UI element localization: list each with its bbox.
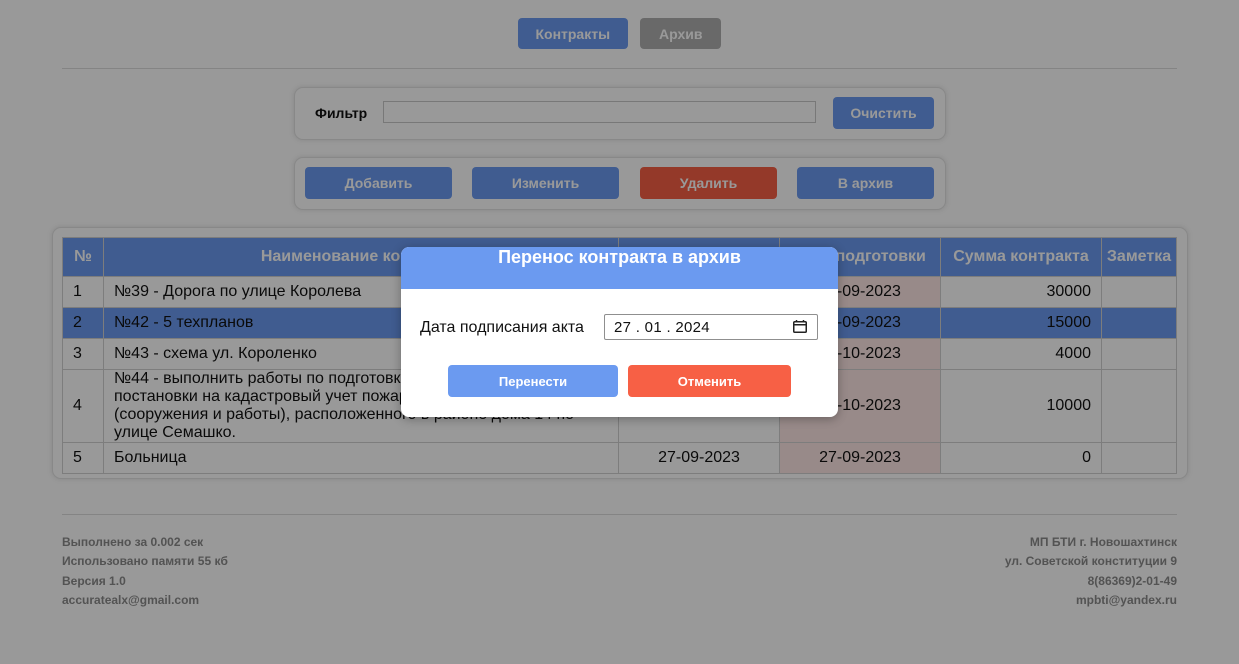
- archive-modal: Перенос контракта в архив Дата подписани…: [401, 247, 838, 417]
- calendar-icon[interactable]: [793, 320, 807, 333]
- cancel-archive-button[interactable]: Отменить: [628, 365, 791, 397]
- confirm-archive-button[interactable]: Перенести: [448, 365, 618, 397]
- act-date-value: 27 . 01 . 2024: [614, 319, 710, 336]
- modal-date-label: Дата подписания акта: [420, 319, 584, 336]
- act-date-input[interactable]: 27 . 01 . 2024: [604, 314, 818, 340]
- modal-title: Перенос контракта в архив: [401, 247, 838, 289]
